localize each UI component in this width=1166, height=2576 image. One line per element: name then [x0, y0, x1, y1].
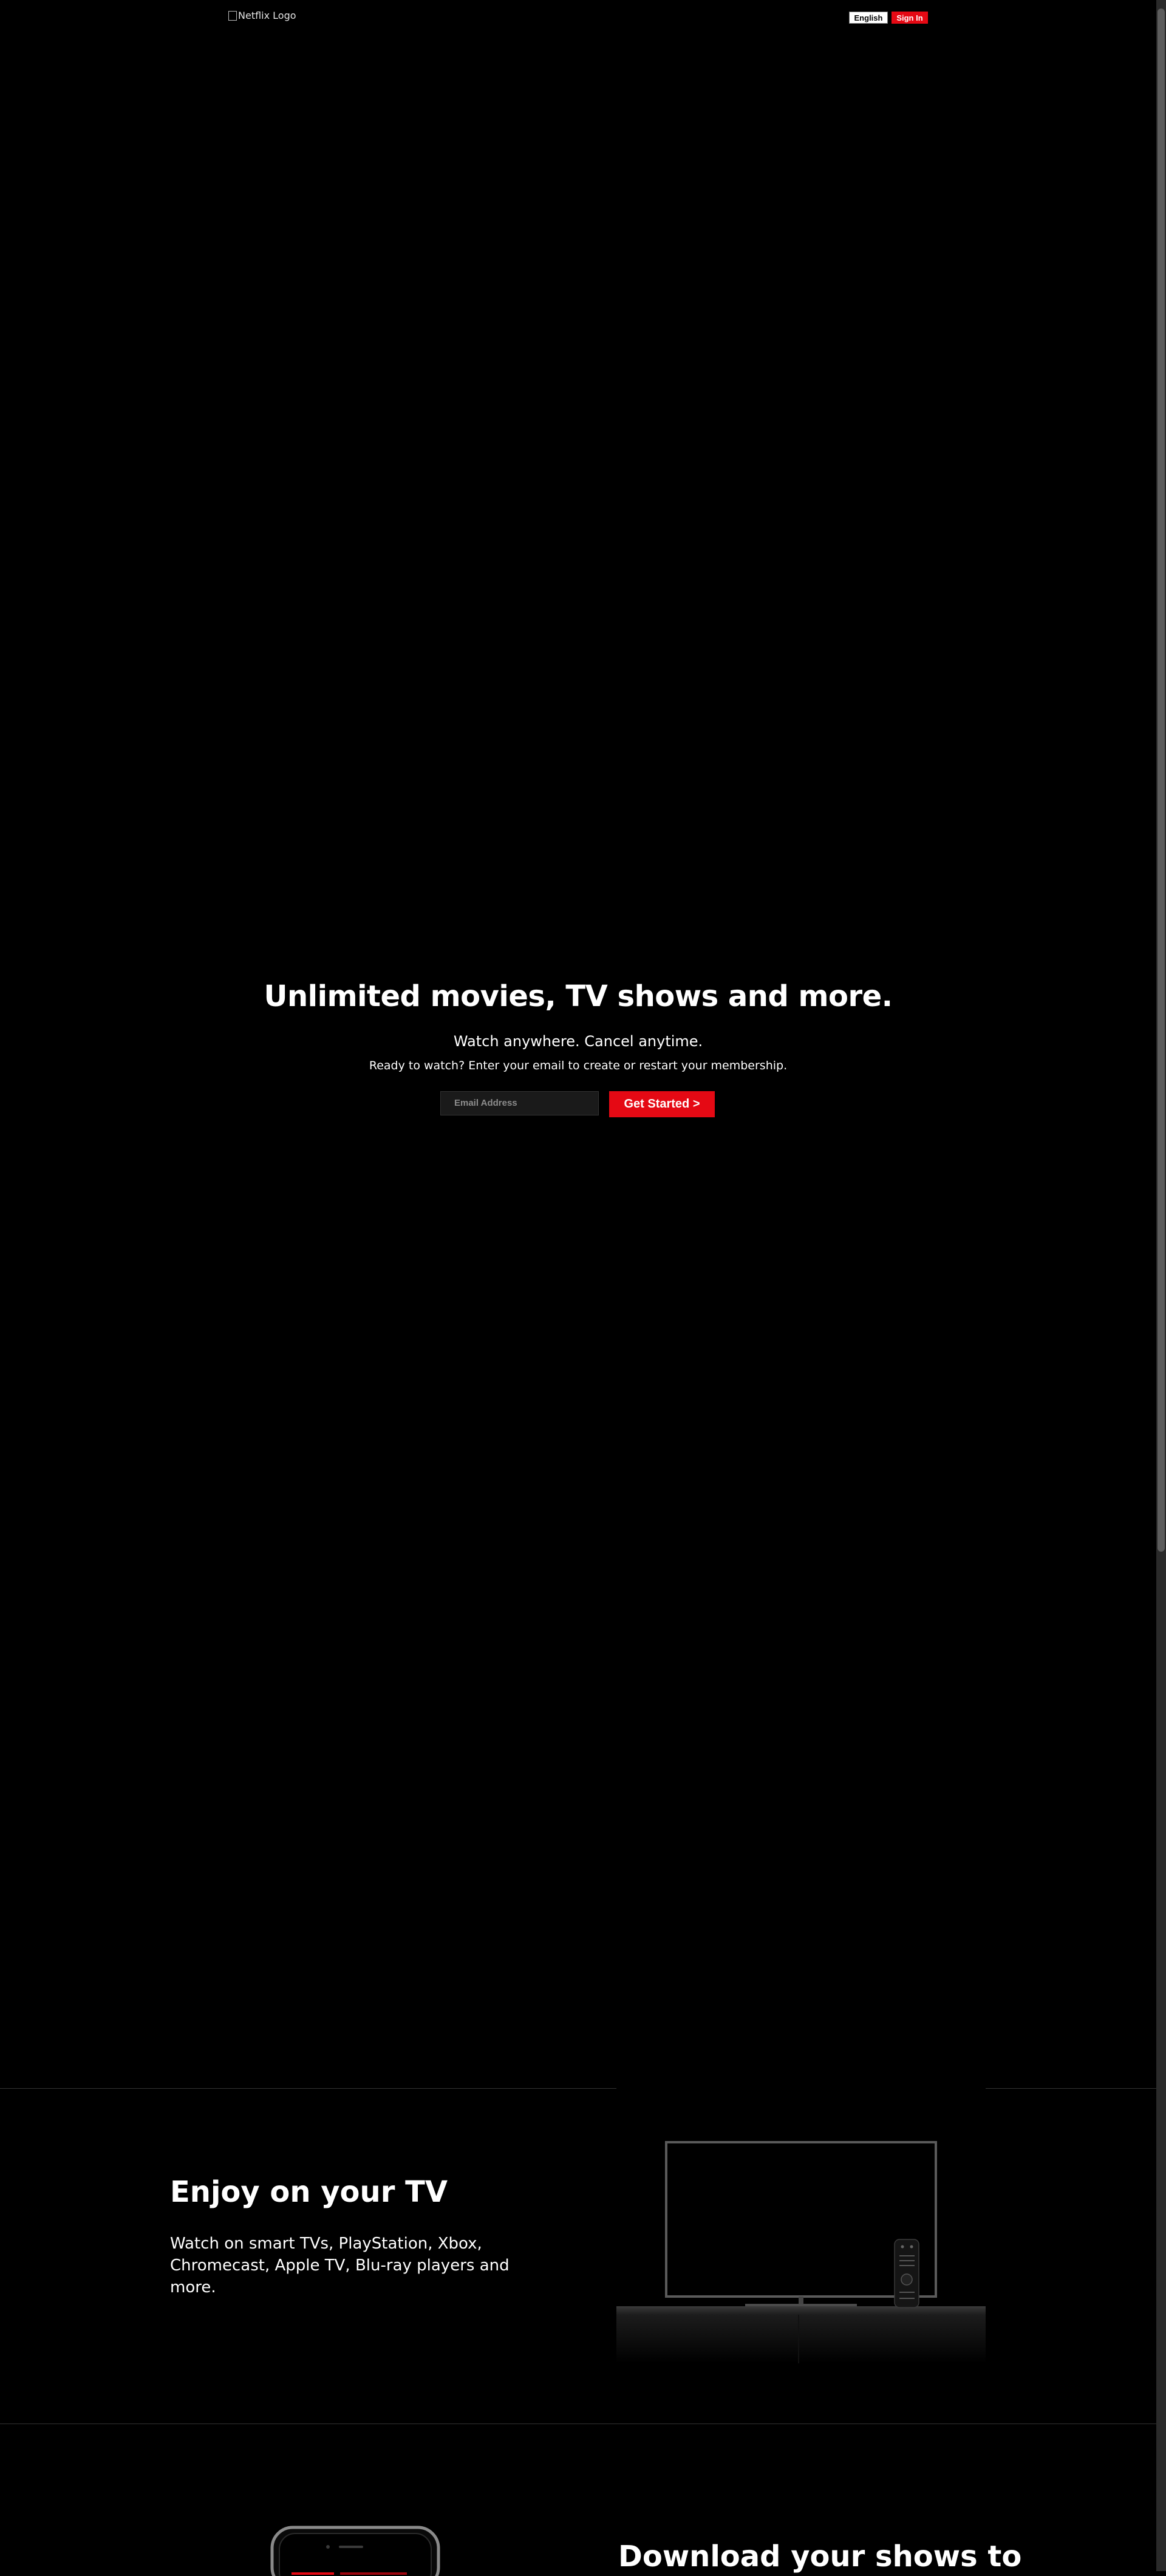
logo-alt-text: Netflix Logo: [238, 10, 296, 21]
page: Netflix Logo English Sign In Unlimited m…: [0, 0, 1156, 2576]
netflix-logo[interactable]: Netflix Logo: [228, 10, 296, 21]
tv-section-title: Enjoy on your TV: [170, 2175, 448, 2209]
hero-title: Unlimited movies, TV shows and more.: [264, 979, 893, 1013]
phone-illustration: [270, 2526, 440, 2576]
hero-cta-text: Ready to watch? Enter your email to crea…: [369, 1059, 788, 1072]
language-select[interactable]: English: [849, 12, 888, 24]
get-started-button[interactable]: Get Started >: [609, 1091, 715, 1117]
tv-illustration: [616, 2084, 986, 2363]
tv-section-description: Watch on smart TVs, PlayStation, Xbox, C…: [170, 2235, 510, 2297]
hero-subtitle: Watch anywhere. Cancel anytime.: [453, 1033, 703, 1050]
email-input[interactable]: Email Address: [440, 1091, 599, 1115]
scrollbar-thumb[interactable]: [1157, 9, 1165, 1552]
broken-image-icon: [228, 10, 237, 21]
download-section-title: Download your shows to: [618, 2540, 1022, 2574]
sign-in-button[interactable]: Sign In: [892, 12, 928, 24]
